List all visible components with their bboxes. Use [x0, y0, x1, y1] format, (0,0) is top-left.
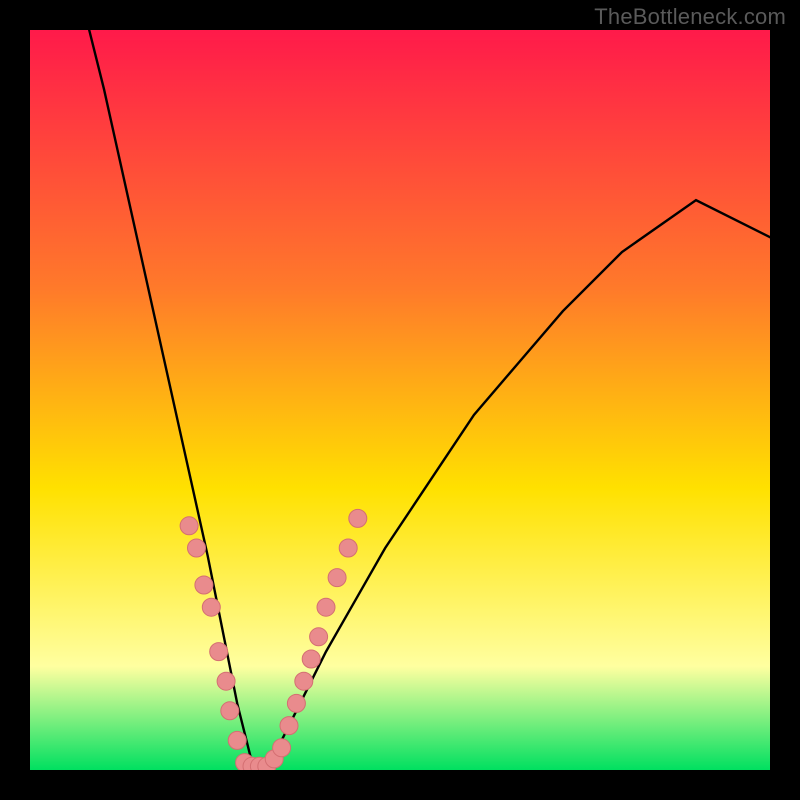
marker-dot	[287, 694, 305, 712]
marker-dot	[349, 509, 367, 527]
marker-dot	[188, 539, 206, 557]
marker-dot	[339, 539, 357, 557]
marker-dot	[280, 717, 298, 735]
marker-dot	[202, 598, 220, 616]
marker-dot	[310, 628, 328, 646]
marker-dot	[180, 517, 198, 535]
marker-dot	[210, 643, 228, 661]
marker-dot	[217, 672, 235, 690]
marker-dot	[295, 672, 313, 690]
gradient-background	[30, 30, 770, 770]
marker-dot	[328, 569, 346, 587]
marker-dot	[195, 576, 213, 594]
marker-dot	[273, 739, 291, 757]
chart-svg	[30, 30, 770, 770]
marker-dot	[221, 702, 239, 720]
marker-dot	[228, 731, 246, 749]
watermark-text: TheBottleneck.com	[594, 4, 786, 30]
marker-dot	[302, 650, 320, 668]
marker-dot	[317, 598, 335, 616]
chart-frame: TheBottleneck.com	[0, 0, 800, 800]
